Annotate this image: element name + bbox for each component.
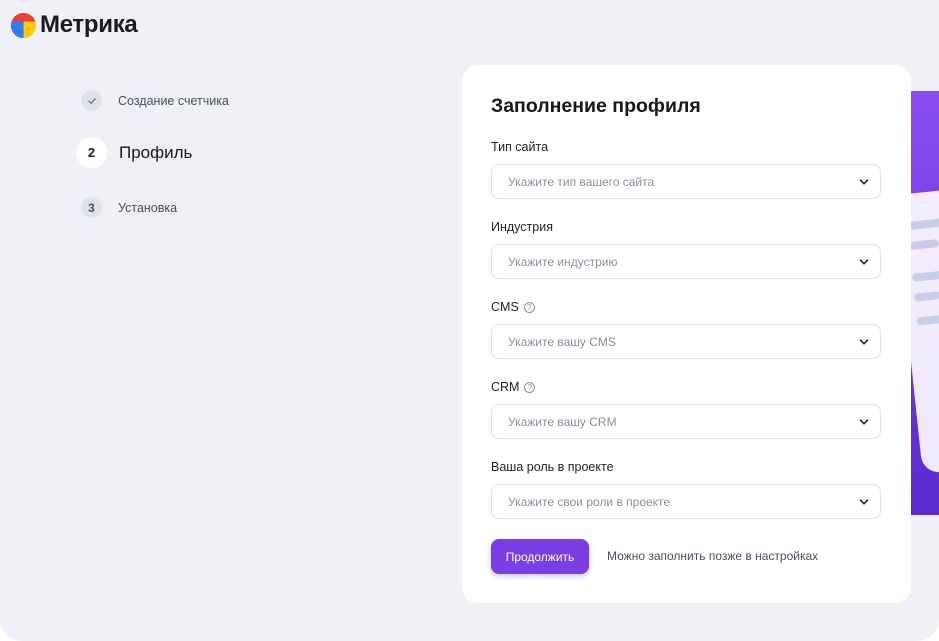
industry-placeholder: Укажите индустрию (508, 254, 618, 269)
step-3-label: Установка (118, 200, 178, 215)
role-placeholder: Укажите свои роли в проекте (508, 494, 671, 509)
form-title: Заполнение профиля (491, 95, 701, 117)
chevron-down-icon (859, 339, 869, 345)
site-type-placeholder: Укажите тип вашего сайта (508, 174, 655, 189)
site-type-select[interactable]: Укажите тип вашего сайта (491, 164, 881, 199)
chevron-down-icon (859, 499, 869, 505)
fill-later-text: Можно заполнить позже в настройках (607, 549, 819, 563)
step-create-counter[interactable]: Создание счетчика (81, 90, 229, 111)
cms-placeholder: Укажите вашу CMS (508, 334, 616, 349)
step-install[interactable]: 3 Установка (81, 197, 177, 218)
help-icon[interactable]: ? (524, 381, 536, 393)
step-1-circle (81, 90, 102, 111)
site-type-label-text: Тип сайта (491, 140, 549, 154)
site-type-label: Тип сайта (491, 140, 548, 154)
step-2-circle: 2 (76, 137, 107, 168)
step-3-circle: 3 (81, 197, 102, 218)
logo[interactable]: Метрика (10, 11, 138, 39)
chevron-down-icon (859, 259, 869, 265)
role-select[interactable]: Укажите свои роли в проекте (491, 484, 881, 519)
page-frame: Метрика Создание счетчика 2 Профиль 3 Ус… (0, 0, 939, 641)
industry-label-text: Индустрия (491, 220, 553, 234)
industry-label: Индустрия (491, 220, 553, 234)
chevron-down-icon (859, 179, 869, 185)
step-1-label: Создание счетчика (118, 93, 229, 108)
help-icon[interactable]: ? (523, 301, 535, 313)
crm-label: CRM ? (491, 380, 536, 394)
profile-form-card: Заполнение профиля Тип сайта Укажите тип… (462, 65, 911, 603)
role-label: Ваша роль в проекте (491, 460, 614, 474)
crm-label-text: CRM (491, 380, 520, 394)
metrika-logo-icon (10, 12, 37, 38)
continue-button[interactable]: Продолжить (491, 539, 589, 574)
crm-placeholder: Укажите вашу CRM (508, 414, 617, 429)
role-label-text: Ваша роль в проекте (491, 460, 614, 474)
crm-select[interactable]: Укажите вашу CRM (491, 404, 881, 439)
cms-label: CMS ? (491, 300, 535, 314)
step-profile[interactable]: 2 Профиль (76, 137, 192, 168)
industry-select[interactable]: Укажите индустрию (491, 244, 881, 279)
check-icon (87, 97, 96, 104)
brand-name: Метрика (40, 11, 138, 38)
chevron-down-icon (859, 419, 869, 425)
step-2-label: Профиль (119, 142, 193, 162)
cms-select[interactable]: Укажите вашу CMS (491, 324, 881, 359)
cms-label-text: CMS (491, 300, 519, 314)
